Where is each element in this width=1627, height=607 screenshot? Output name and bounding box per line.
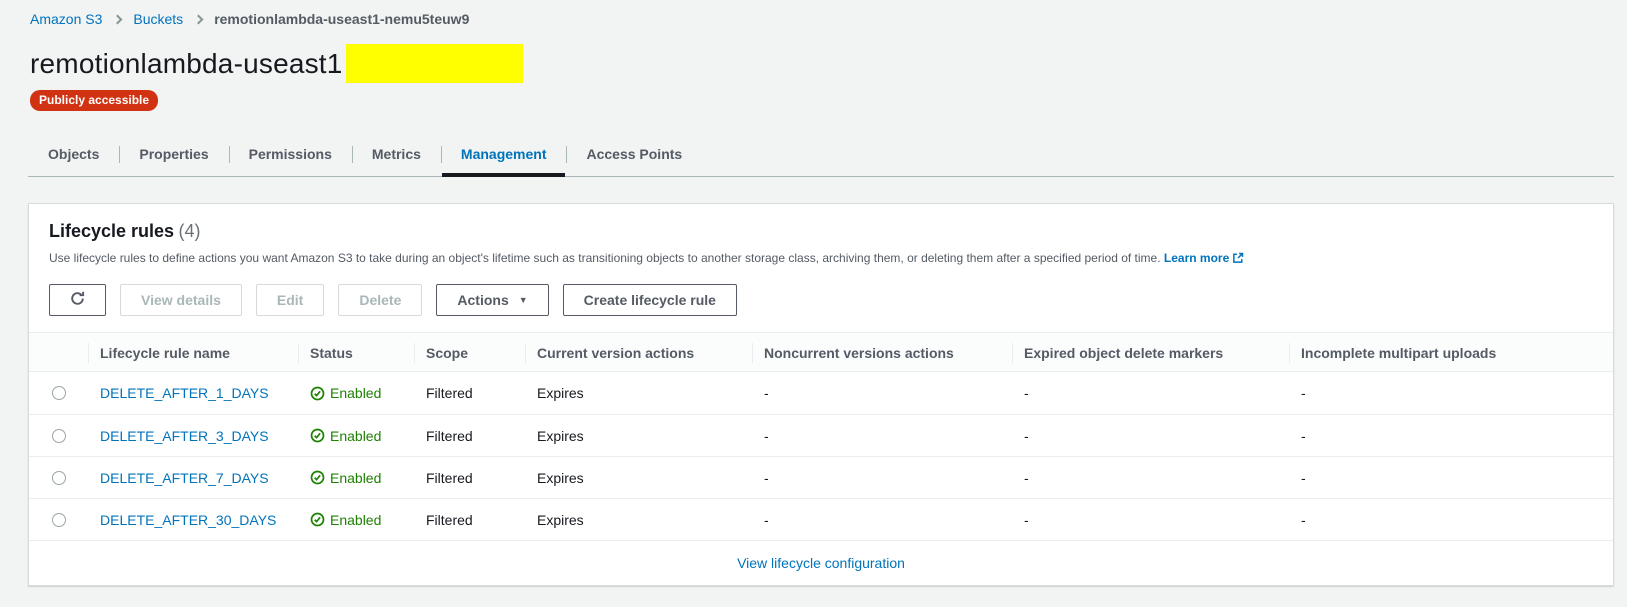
status-badge: Enabled <box>299 385 415 401</box>
table-header-row: Lifecycle rule name Status Scope Current… <box>29 332 1613 372</box>
current-version-actions-cell: Expires <box>526 512 753 528</box>
scope-cell: Filtered <box>415 428 526 444</box>
incomplete-multipart-uploads-cell: - <box>1290 470 1613 486</box>
noncurrent-versions-actions-cell: - <box>753 470 1013 486</box>
current-version-actions-cell: Expires <box>526 385 753 401</box>
tab-management[interactable]: Management <box>441 133 567 176</box>
row-radio[interactable] <box>52 386 66 400</box>
tab-access-points[interactable]: Access Points <box>566 133 702 176</box>
noncurrent-versions-actions-cell: - <box>753 385 1013 401</box>
status-text: Enabled <box>330 428 381 444</box>
lifecycle-rules-panel: Lifecycle rules (4) Use lifecycle rules … <box>28 203 1614 586</box>
incomplete-multipart-uploads-cell: - <box>1290 385 1613 401</box>
check-circle-icon <box>310 512 325 527</box>
column-header-noncurrent-versions-actions: Noncurrent versions actions <box>753 333 1013 373</box>
view-lifecycle-configuration-link[interactable]: View lifecycle configuration <box>737 555 905 571</box>
publicly-accessible-badge: Publicly accessible <box>30 90 158 111</box>
rule-name-link[interactable]: DELETE_AFTER_30_DAYS <box>100 512 276 528</box>
tab-metrics[interactable]: Metrics <box>352 133 441 176</box>
column-header-rule-name: Lifecycle rule name <box>89 333 299 373</box>
incomplete-multipart-uploads-cell: - <box>1290 428 1613 444</box>
lifecycle-rules-table: Lifecycle rule name Status Scope Current… <box>29 332 1613 540</box>
create-lifecycle-rule-button[interactable]: Create lifecycle rule <box>563 284 737 316</box>
breadcrumb-current-bucket: remotionlambda-useast1-nemu5teuw9 <box>214 11 469 27</box>
noncurrent-versions-actions-cell: - <box>1013 512 1290 528</box>
row-radio[interactable] <box>52 471 66 485</box>
row-radio[interactable] <box>52 513 66 527</box>
column-header-radio <box>29 333 89 373</box>
scope-cell: Filtered <box>415 470 526 486</box>
current-version-actions-cell: Expires <box>526 470 753 486</box>
learn-more-label: Learn more <box>1164 251 1229 265</box>
tab-objects[interactable]: Objects <box>28 133 119 176</box>
panel-description-text: Use lifecycle rules to define actions yo… <box>49 251 1161 265</box>
delete-button[interactable]: Delete <box>338 284 422 316</box>
chevron-right-icon <box>113 14 123 24</box>
chevron-right-icon <box>194 14 204 24</box>
column-header-incomplete-multipart-uploads: Incomplete multipart uploads <box>1290 333 1613 373</box>
panel-title: Lifecycle rules <box>49 221 174 241</box>
refresh-icon <box>69 290 86 310</box>
panel-header: Lifecycle rules (4) Use lifecycle rules … <box>29 204 1613 332</box>
rule-name-link[interactable]: DELETE_AFTER_3_DAYS <box>100 428 269 444</box>
expired-object-delete-markers-cell: - <box>1013 470 1290 486</box>
title-row: remotionlambda-useast1 <box>30 44 1614 83</box>
expired-object-delete-markers-cell: - <box>1013 385 1290 401</box>
status-badge: Enabled <box>299 512 415 528</box>
status-badge: Enabled <box>299 470 415 486</box>
external-link-icon <box>1232 252 1244 268</box>
expired-object-delete-markers-cell: - <box>1013 428 1290 444</box>
breadcrumb: Amazon S3 Buckets remotionlambda-useast1… <box>30 0 1614 27</box>
page-content: Amazon S3 Buckets remotionlambda-useast1… <box>28 0 1614 586</box>
check-circle-icon <box>310 470 325 485</box>
tab-permissions[interactable]: Permissions <box>229 133 352 176</box>
row-radio[interactable] <box>52 429 66 443</box>
noncurrent-versions-actions-cell: - <box>753 428 1013 444</box>
table-row: DELETE_AFTER_7_DAYS Enabled Filtered Exp… <box>29 456 1613 498</box>
scope-cell: Filtered <box>415 512 526 528</box>
table-toolbar: View details Edit Delete Actions ▼ Creat… <box>49 284 1593 316</box>
rule-name-link[interactable]: DELETE_AFTER_1_DAYS <box>100 385 269 401</box>
status-text: Enabled <box>330 385 381 401</box>
edit-button[interactable]: Edit <box>256 284 324 316</box>
actions-label: Actions <box>457 292 508 308</box>
column-header-scope: Scope <box>415 333 526 373</box>
current-version-actions-cell: Expires <box>526 428 753 444</box>
table-row: DELETE_AFTER_30_DAYS Enabled Filtered Ex… <box>29 498 1613 540</box>
column-header-expired-object-delete-markers: Expired object delete markers <box>1013 333 1290 373</box>
column-header-status: Status <box>299 333 415 373</box>
bucket-tabs: Objects Properties Permissions Metrics M… <box>28 133 1614 177</box>
status-badge: Enabled <box>299 428 415 444</box>
caret-down-icon: ▼ <box>519 296 528 305</box>
refresh-button[interactable] <box>49 284 106 316</box>
check-circle-icon <box>310 386 325 401</box>
actions-dropdown-button[interactable]: Actions ▼ <box>436 284 548 316</box>
page-title: remotionlambda-useast1 <box>30 48 343 80</box>
status-text: Enabled <box>330 512 381 528</box>
breadcrumb-amazon-s3[interactable]: Amazon S3 <box>30 11 102 27</box>
expired-object-delete-markers-cell: - <box>753 512 1013 528</box>
rule-name-link[interactable]: DELETE_AFTER_7_DAYS <box>100 470 269 486</box>
check-circle-icon <box>310 428 325 443</box>
table-row: DELETE_AFTER_3_DAYS Enabled Filtered Exp… <box>29 414 1613 456</box>
table-row: DELETE_AFTER_1_DAYS Enabled Filtered Exp… <box>29 372 1613 414</box>
panel-description: Use lifecycle rules to define actions yo… <box>49 250 1593 268</box>
status-text: Enabled <box>330 470 381 486</box>
panel-footer: View lifecycle configuration <box>29 540 1613 585</box>
panel-count: (4) <box>179 221 201 241</box>
incomplete-multipart-uploads-cell: - <box>1290 512 1613 528</box>
scope-cell: Filtered <box>415 385 526 401</box>
breadcrumb-buckets[interactable]: Buckets <box>133 11 183 27</box>
tab-properties[interactable]: Properties <box>119 133 228 176</box>
column-header-current-version-actions: Current version actions <box>526 333 753 373</box>
learn-more-link[interactable]: Learn more <box>1164 251 1244 265</box>
redaction-highlight <box>346 44 523 83</box>
view-details-button[interactable]: View details <box>120 284 242 316</box>
